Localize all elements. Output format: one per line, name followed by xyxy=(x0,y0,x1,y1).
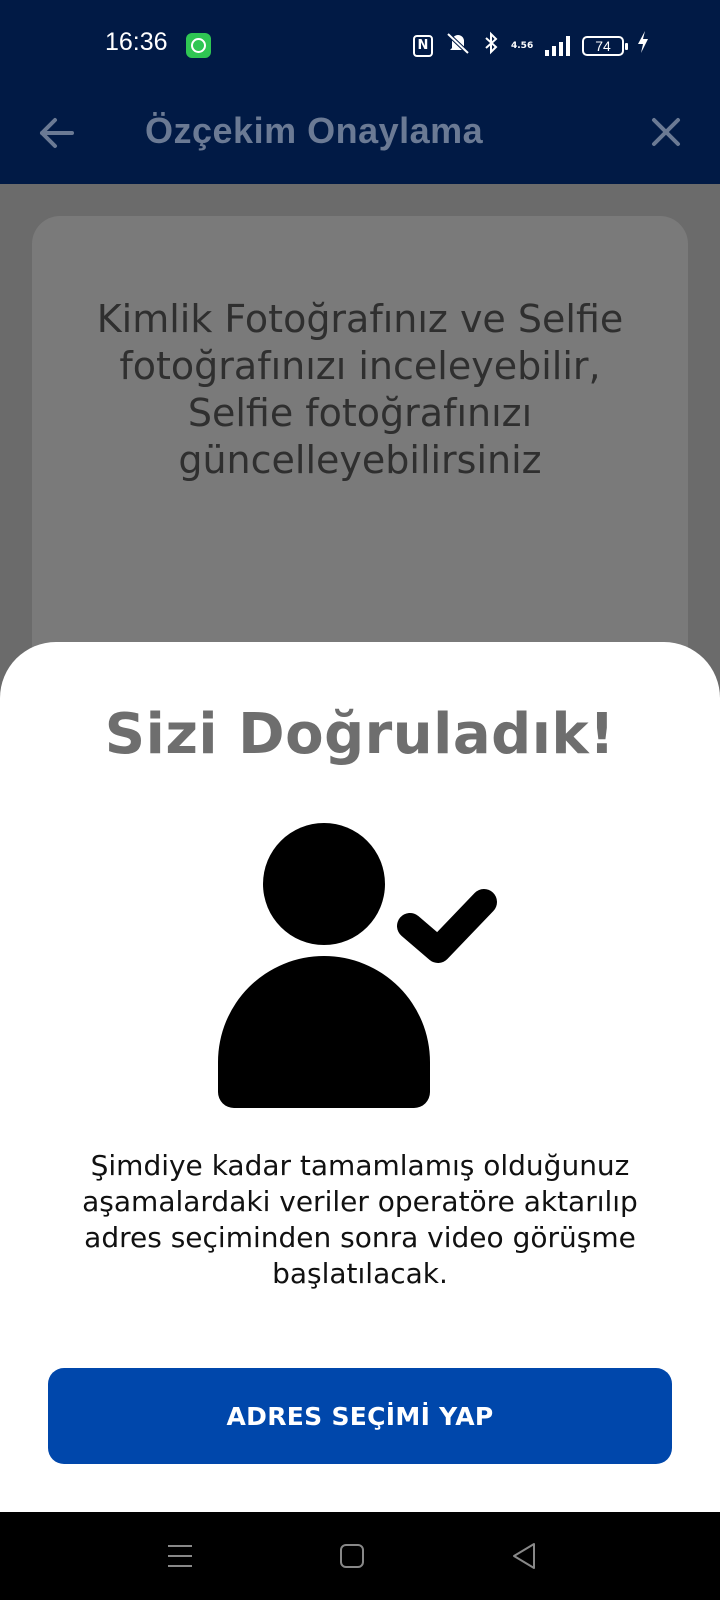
signal-icon xyxy=(545,35,570,56)
bottom-sheet: Sizi Doğruladık! Şimdiye kadar tamamlamı… xyxy=(0,642,720,1512)
menu-icon[interactable] xyxy=(164,1540,196,1572)
battery-icon: 74 xyxy=(582,35,628,56)
nfc-icon: N xyxy=(413,34,433,57)
user-verified-icon xyxy=(214,822,504,1122)
sheet-description: Şimdiye kadar tamamlamış olduğunuz aşama… xyxy=(82,1149,638,1290)
status-icons: N 4.56 74 xyxy=(413,30,650,61)
system-nav-bar xyxy=(0,1512,720,1600)
home-icon[interactable] xyxy=(336,1540,368,1572)
sheet-title: Sizi Doğruladık! xyxy=(104,702,616,767)
page-title: Özçekim Onaylama xyxy=(145,110,484,151)
status-bar: 16:36 N 4.56 74 xyxy=(0,0,720,90)
back-triangle-icon[interactable] xyxy=(508,1540,540,1572)
arrow-left-icon[interactable] xyxy=(36,112,78,154)
close-icon[interactable] xyxy=(646,112,686,152)
status-time: 16:36 xyxy=(105,28,168,56)
app-header: Özçekim Onaylama xyxy=(0,90,720,184)
upload-app-icon xyxy=(186,33,211,58)
card-text: Kimlik Fotoğrafınız ve Selfie fotoğrafın… xyxy=(96,297,624,482)
charging-icon xyxy=(636,30,650,61)
bluetooth-icon xyxy=(483,31,499,61)
silent-icon xyxy=(445,31,471,61)
select-address-button[interactable]: ADRES SEÇİMİ YAP xyxy=(48,1368,672,1464)
net-speed: 4.56 xyxy=(511,40,534,51)
